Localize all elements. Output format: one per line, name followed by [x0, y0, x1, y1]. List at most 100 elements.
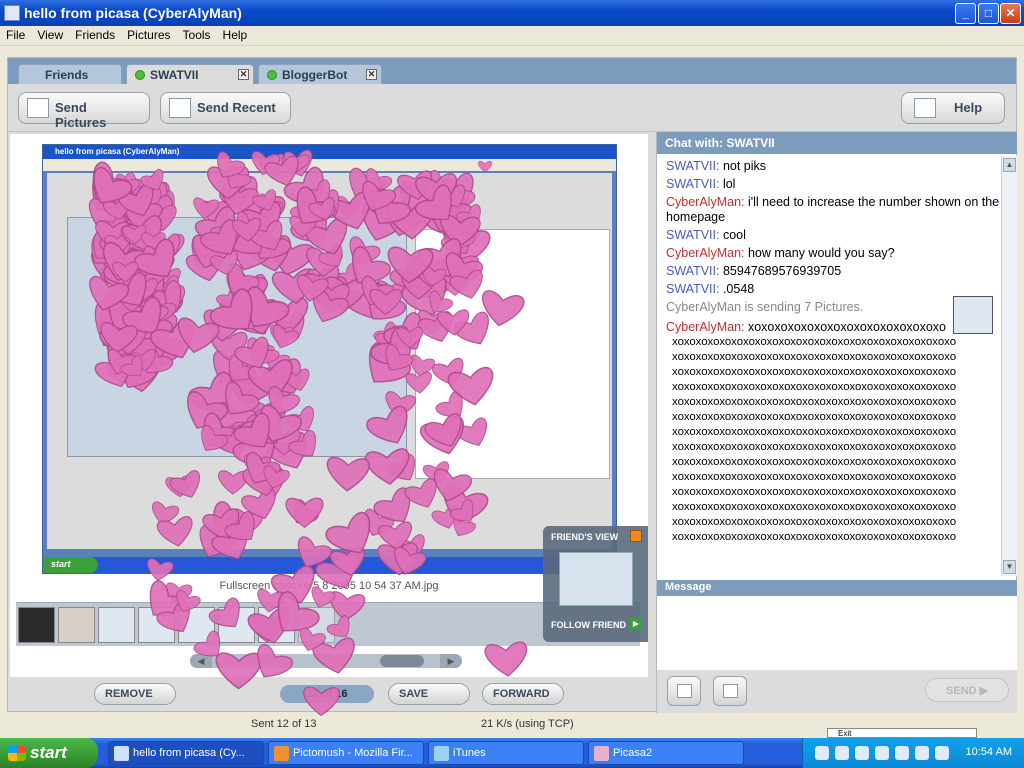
scroll-up-icon[interactable]: ▲: [1003, 158, 1016, 172]
friends-view-preview[interactable]: [559, 552, 633, 606]
maximize-button[interactable]: □: [978, 3, 999, 24]
tab-friends-label: Friends: [45, 68, 89, 82]
chat-sender: SWATVII:: [666, 177, 720, 191]
xo-line: xoxoxoxoxoxoxoxoxoxoxoxoxoxoxoxoxoxoxoxo…: [672, 381, 956, 393]
exit-tooltip: Exit: [827, 728, 977, 738]
screenshot-title: hello from picasa (CyberAlyMan): [43, 145, 616, 159]
minimize-button[interactable]: _: [955, 3, 976, 24]
xo-lines: xoxoxoxoxoxoxoxoxoxoxoxoxoxoxoxoxoxoxoxo…: [666, 335, 1001, 545]
chat-log[interactable]: SWATVII: not piks SWATVII: lol CyberAlyMan…: [657, 156, 1001, 576]
menu-help[interactable]: Help: [217, 26, 254, 42]
send-button[interactable]: SEND ▶: [925, 678, 1009, 702]
menu-friends[interactable]: Friends: [69, 26, 121, 42]
picasa-app-icon: [4, 5, 20, 21]
forward-button[interactable]: FORWARD: [482, 683, 564, 705]
send-recent-button[interactable]: Send Recent: [160, 92, 291, 124]
screenshot-image[interactable]: hello from picasa (CyberAlyMan) start: [42, 144, 617, 574]
scroll-thumb[interactable]: [380, 655, 424, 667]
thumbnail[interactable]: [218, 607, 255, 643]
scroll-left-icon[interactable]: ◀: [190, 654, 212, 668]
thumbnail[interactable]: [58, 607, 95, 643]
chat-notice: CyberAlyMan is sending 7 Pictures.: [666, 300, 864, 314]
send-label: SEND: [946, 685, 977, 697]
thumbnail[interactable]: [258, 607, 295, 643]
scroll-right-icon[interactable]: ▶: [440, 654, 462, 668]
windows-flag-icon: [8, 745, 26, 761]
menu-view[interactable]: View: [31, 26, 69, 42]
xo-line: xoxoxoxoxoxoxoxoxoxoxoxoxoxoxoxoxoxoxoxo…: [672, 516, 956, 528]
tray-icon[interactable]: [835, 746, 849, 760]
chat-sender: CyberAlyMan:: [666, 246, 745, 260]
chat-text: .0548: [719, 282, 755, 296]
task-itunes[interactable]: iTunes: [428, 741, 584, 765]
chat-text: xoxoxoxoxoxoxoxoxoxoxoxoxoxoxo: [744, 320, 947, 334]
thumbnail[interactable]: [178, 607, 215, 643]
thumbnail[interactable]: [298, 607, 335, 643]
tray-icon[interactable]: [855, 746, 869, 760]
task-firefox[interactable]: Pictomush - Mozilla Fir...: [268, 741, 424, 765]
volume-icon[interactable]: [915, 746, 929, 760]
tab-bloggerbot[interactable]: BloggerBot ✕: [258, 64, 382, 84]
chat-text: not piks: [719, 159, 767, 173]
thumbnail[interactable]: [98, 607, 135, 643]
task-picasa-chat[interactable]: hello from picasa (Cy...: [108, 741, 264, 765]
shield-icon[interactable]: [935, 746, 949, 760]
thumbnail[interactable]: [138, 607, 175, 643]
status-speed: 21 K/s (using TCP): [481, 718, 574, 730]
tray-icon[interactable]: [895, 746, 909, 760]
firefox-icon: [274, 746, 289, 761]
close-button[interactable]: ✕: [1000, 3, 1021, 24]
close-tab-icon[interactable]: ✕: [238, 69, 249, 80]
help-button[interactable]: Help: [901, 92, 1005, 124]
chat-sender: SWATVII:: [666, 264, 720, 278]
task-picasa2[interactable]: Picasa2: [588, 741, 744, 765]
chat-header: Chat with: SWATVII: [657, 132, 1017, 154]
tray-icon[interactable]: [815, 746, 829, 760]
close-tab-icon[interactable]: ✕: [366, 69, 377, 80]
picasa-window: hello from picasa (CyberAlyMan) _ □ ✕ Fi…: [0, 0, 1024, 738]
start-button[interactable]: start: [0, 738, 98, 768]
chat-sender: CyberAlyMan:: [666, 195, 745, 209]
xo-line: xoxoxoxoxoxoxoxoxoxoxoxoxoxoxoxoxoxoxoxo…: [672, 471, 956, 483]
save-button[interactable]: SAVE: [388, 683, 470, 705]
thumbnail[interactable]: [18, 607, 55, 643]
menu-tools[interactable]: Tools: [177, 26, 217, 42]
tab-bloggerbot-label: BloggerBot: [282, 68, 348, 82]
menu-pictures[interactable]: Pictures: [121, 26, 176, 42]
follow-friend-label[interactable]: FOLLOW FRIEND: [551, 620, 626, 630]
send-pictures-small-button[interactable]: [667, 676, 701, 706]
picasa2-icon: [594, 746, 609, 761]
tab-swatvii[interactable]: SWATVII ✕: [126, 64, 254, 84]
remove-button[interactable]: REMOVE: [94, 683, 176, 705]
xo-line: xoxoxoxoxoxoxoxoxoxoxoxoxoxoxoxoxoxoxoxo…: [672, 441, 956, 453]
chat-message: SWATVII: .0548: [666, 282, 1001, 297]
xo-line: xoxoxoxoxoxoxoxoxoxoxoxoxoxoxoxoxoxoxoxo…: [672, 366, 956, 378]
xo-line: xoxoxoxoxoxoxoxoxoxoxoxoxoxoxoxoxoxoxoxo…: [672, 336, 956, 348]
tab-friends[interactable]: Friends: [18, 64, 122, 84]
chat-text: lol: [719, 177, 736, 191]
xo-line: xoxoxoxoxoxoxoxoxoxoxoxoxoxoxoxoxoxoxoxo…: [672, 501, 956, 513]
xo-line: xoxoxoxoxoxoxoxoxoxoxoxoxoxoxoxoxoxoxoxo…: [672, 411, 956, 423]
play-icon[interactable]: ▶: [630, 618, 642, 630]
title-bar[interactable]: hello from picasa (CyberAlyMan) _ □ ✕: [0, 0, 1024, 26]
send-pictures-button[interactable]: Send Pictures: [18, 92, 150, 130]
xo-line: xoxoxoxoxoxoxoxoxoxoxoxoxoxoxoxoxoxoxoxo…: [672, 456, 956, 468]
chat-text: how many would you say?: [744, 246, 895, 260]
chat-scrollbar[interactable]: ▲ ▼: [1001, 156, 1017, 576]
message-input[interactable]: [657, 596, 1017, 670]
scroll-down-icon[interactable]: ▼: [1003, 560, 1016, 574]
sent-picture-thumbnail[interactable]: [953, 296, 993, 334]
screenshot-start: start: [43, 557, 98, 573]
minimize-panel-icon[interactable]: [630, 530, 642, 542]
status-sent: Sent 12 of 13: [251, 718, 317, 730]
viewer-controls: REMOVE 12 of 16 SAVE FORWARD: [10, 677, 648, 711]
menu-file[interactable]: File: [0, 26, 31, 42]
task-label: iTunes: [453, 747, 486, 759]
filmstrip-scrollbar[interactable]: ◀ ▶: [190, 654, 462, 668]
friends-view-panel: FRIEND'S VIEW FOLLOW FRIEND ▶: [543, 526, 648, 642]
start-label: start: [30, 743, 67, 762]
chat-message: SWATVII: cool: [666, 228, 1001, 243]
chat-message: CyberAlyMan: xoxoxoxoxoxoxoxoxoxoxoxoxox…: [666, 320, 1001, 335]
send-recent-small-button[interactable]: [713, 676, 747, 706]
mail-icon[interactable]: [875, 746, 889, 760]
